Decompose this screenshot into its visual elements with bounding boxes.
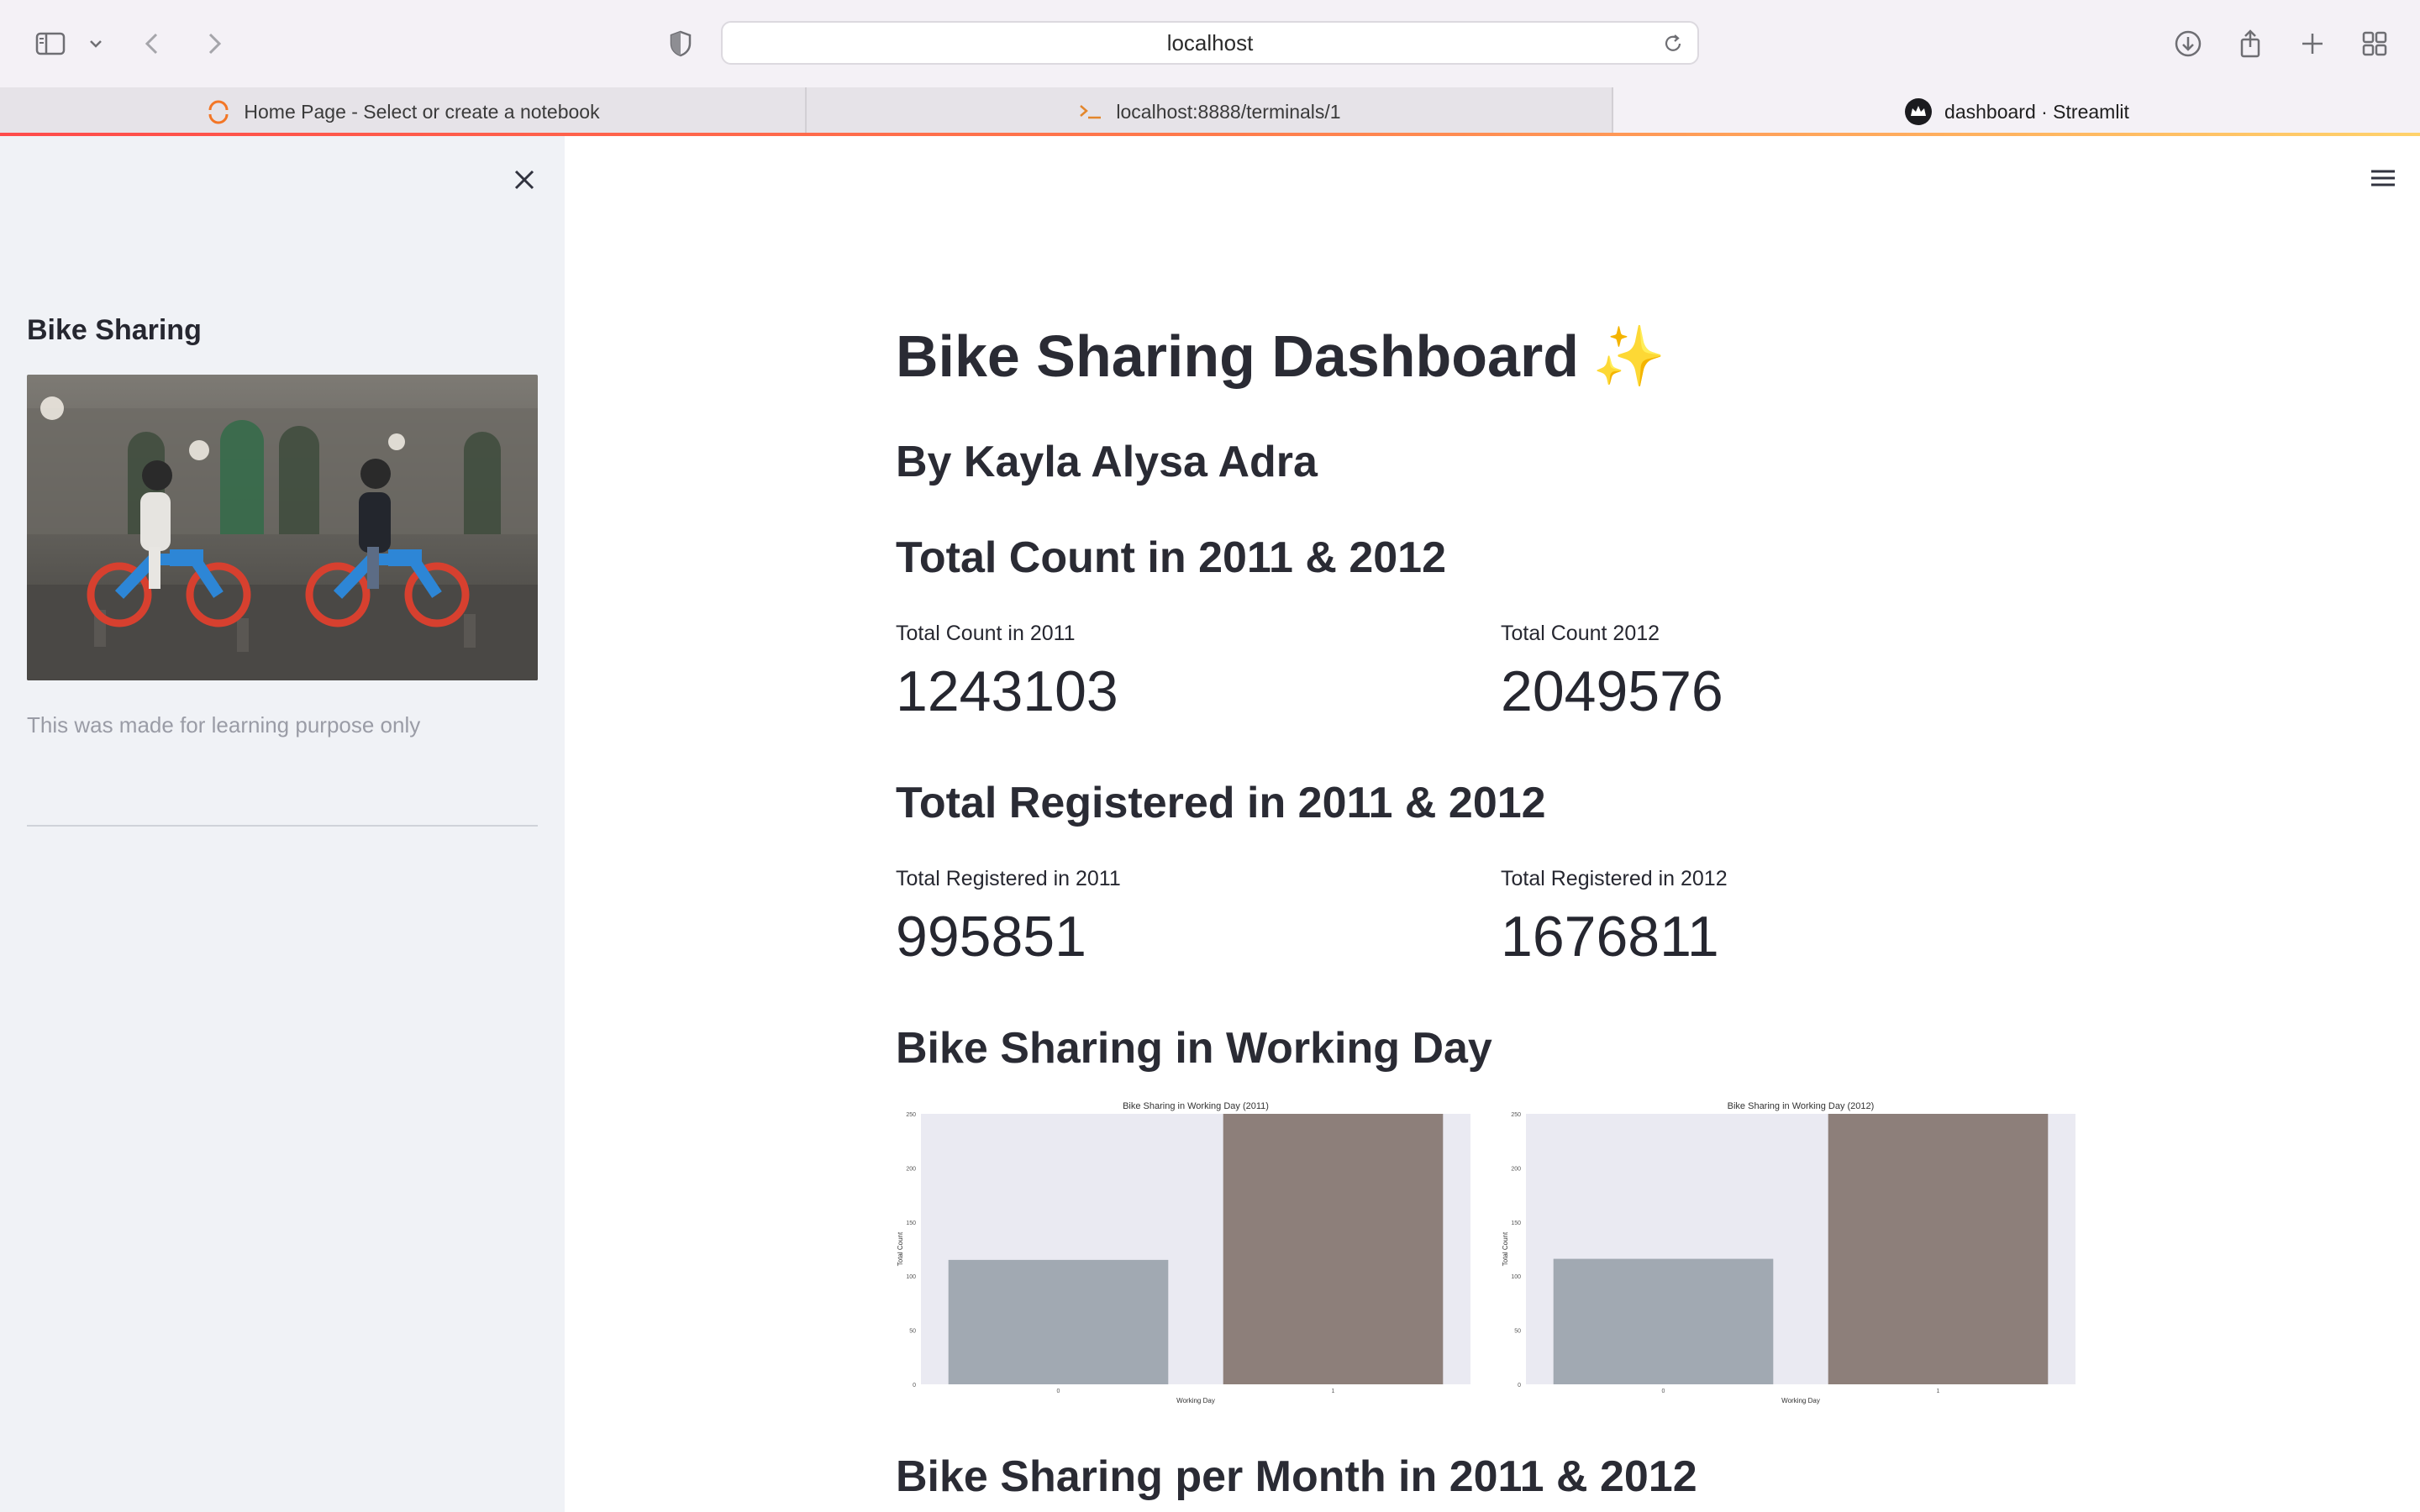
metric-label-count-2011: Total Count in 2011 <box>896 622 1076 645</box>
main-menu-button[interactable] <box>2366 161 2400 195</box>
address-bar[interactable]: localhost <box>721 21 1699 65</box>
tab-jupyter-home[interactable]: Home Page - Select or create a notebook <box>0 87 807 136</box>
section-header-working-day: Bike Sharing in Working Day <box>896 1024 1492 1073</box>
y-tick-label: 250 <box>1511 1112 1521 1118</box>
back-arrow-icon[interactable] <box>134 25 171 62</box>
bar <box>1553 1258 1774 1384</box>
x-tick-label: 0 <box>1662 1389 1665 1394</box>
sidebar-divider <box>27 825 538 827</box>
sidebar-caption: This was made for learning purpose only <box>27 712 421 738</box>
chart-title: Bike Sharing in Working Day (2012) <box>1728 1101 1875 1111</box>
page-title: Bike Sharing Dashboard ✨ <box>896 323 1665 391</box>
sidebar: Bike Sharing This was made for learning … <box>0 136 565 1512</box>
terminal-icon <box>1077 98 1104 125</box>
chart-svg: Bike Sharing in Working Day (2011) 0 50 100… <box>897 1101 1470 1404</box>
sidebar-title: Bike Sharing <box>27 314 202 346</box>
page-title-text: Bike Sharing Dashboard <box>896 323 1579 389</box>
tab-streamlit-dashboard[interactable]: dashboard · Streamlit <box>1613 87 2420 136</box>
y-tick-label: 0 <box>1518 1383 1521 1389</box>
streamlit-crown-icon <box>1904 97 1933 126</box>
author-subtitle: By Kayla Alysa Adra <box>896 438 1318 486</box>
tab-overview-icon[interactable] <box>2356 25 2393 62</box>
y-tick-label: 200 <box>1511 1166 1521 1172</box>
y-tick-label: 150 <box>1511 1221 1521 1226</box>
x-axis-label: Working Day <box>1781 1397 1820 1404</box>
metric-value-count-2012: 2049576 <box>1501 659 1723 723</box>
metric-value-count-2011: 1243103 <box>896 659 1118 723</box>
chart-title: Bike Sharing in Working Day (2011) <box>1123 1101 1269 1111</box>
browser-toolbar: localhost <box>0 0 2420 88</box>
tab-title: Home Page - Select or create a notebook <box>244 100 600 123</box>
downloads-icon[interactable] <box>2170 25 2207 62</box>
working-day-chart-2012: Bike Sharing in Working Day (2012) 0 50 100… <box>1501 1099 2079 1406</box>
sidebar-toggle-icon[interactable] <box>32 25 69 62</box>
sparkles-icon: ✨ <box>1591 323 1666 389</box>
bar <box>1828 1114 2049 1384</box>
metric-value-registered-2011: 995851 <box>896 905 1086 969</box>
y-tick-label: 0 <box>913 1383 916 1389</box>
y-tick-label: 150 <box>906 1221 916 1226</box>
tab-strip: Home Page - Select or create a notebook … <box>0 87 2420 136</box>
x-tick-label: 0 <box>1057 1389 1060 1394</box>
url-text: localhost <box>1166 29 1254 55</box>
tab-title: dashboard · Streamlit <box>1944 100 2129 123</box>
section-header-per-month: Bike Sharing per Month in 2011 & 2012 <box>896 1452 1697 1501</box>
tab-title: localhost:8888/terminals/1 <box>1116 100 1341 123</box>
forward-arrow-icon[interactable] <box>195 25 232 62</box>
x-tick-label: 1 <box>1332 1389 1335 1394</box>
y-tick-label: 100 <box>1511 1274 1521 1280</box>
chevron-down-icon[interactable] <box>79 25 113 62</box>
metric-value-registered-2012: 1676811 <box>1501 905 1719 969</box>
chart-svg: Bike Sharing in Working Day (2012) 0 50 100… <box>1502 1101 2075 1404</box>
close-icon <box>514 170 534 190</box>
y-tick-label: 250 <box>906 1112 916 1118</box>
reload-icon[interactable] <box>1660 31 1686 56</box>
metric-label-registered-2012: Total Registered in 2012 <box>1501 867 1728 890</box>
tab-terminal[interactable]: localhost:8888/terminals/1 <box>807 87 1613 136</box>
y-axis-label: Total Count <box>897 1231 904 1266</box>
x-axis-label: Working Day <box>1176 1397 1215 1404</box>
share-icon[interactable] <box>2232 25 2269 62</box>
y-tick-label: 50 <box>1514 1329 1521 1335</box>
y-tick-label: 100 <box>906 1274 916 1280</box>
metric-label-count-2012: Total Count 2012 <box>1501 622 1660 645</box>
bar <box>1223 1114 1444 1384</box>
privacy-shield-icon[interactable] <box>662 25 699 62</box>
working-day-chart-2011: Bike Sharing in Working Day (2011) 0 50 100… <box>896 1099 1474 1406</box>
bar <box>948 1259 1169 1384</box>
bike-sharing-photo <box>27 375 538 680</box>
section-header-registered: Total Registered in 2011 & 2012 <box>896 779 1546 827</box>
section-header-count: Total Count in 2011 & 2012 <box>896 533 1447 582</box>
jupyter-loading-icon <box>205 98 232 125</box>
metric-label-registered-2011: Total Registered in 2011 <box>896 867 1121 890</box>
new-tab-plus-icon[interactable] <box>2294 25 2331 62</box>
y-tick-label: 50 <box>909 1329 916 1335</box>
y-axis-label: Total Count <box>1502 1231 1509 1266</box>
main-area: Bike Sharing Dashboard ✨ By Kayla Alysa A… <box>565 136 2420 1512</box>
y-tick-label: 200 <box>906 1166 916 1172</box>
x-tick-label: 1 <box>1937 1389 1940 1394</box>
close-sidebar-button[interactable] <box>508 163 541 197</box>
hamburger-menu-icon <box>2371 170 2395 186</box>
